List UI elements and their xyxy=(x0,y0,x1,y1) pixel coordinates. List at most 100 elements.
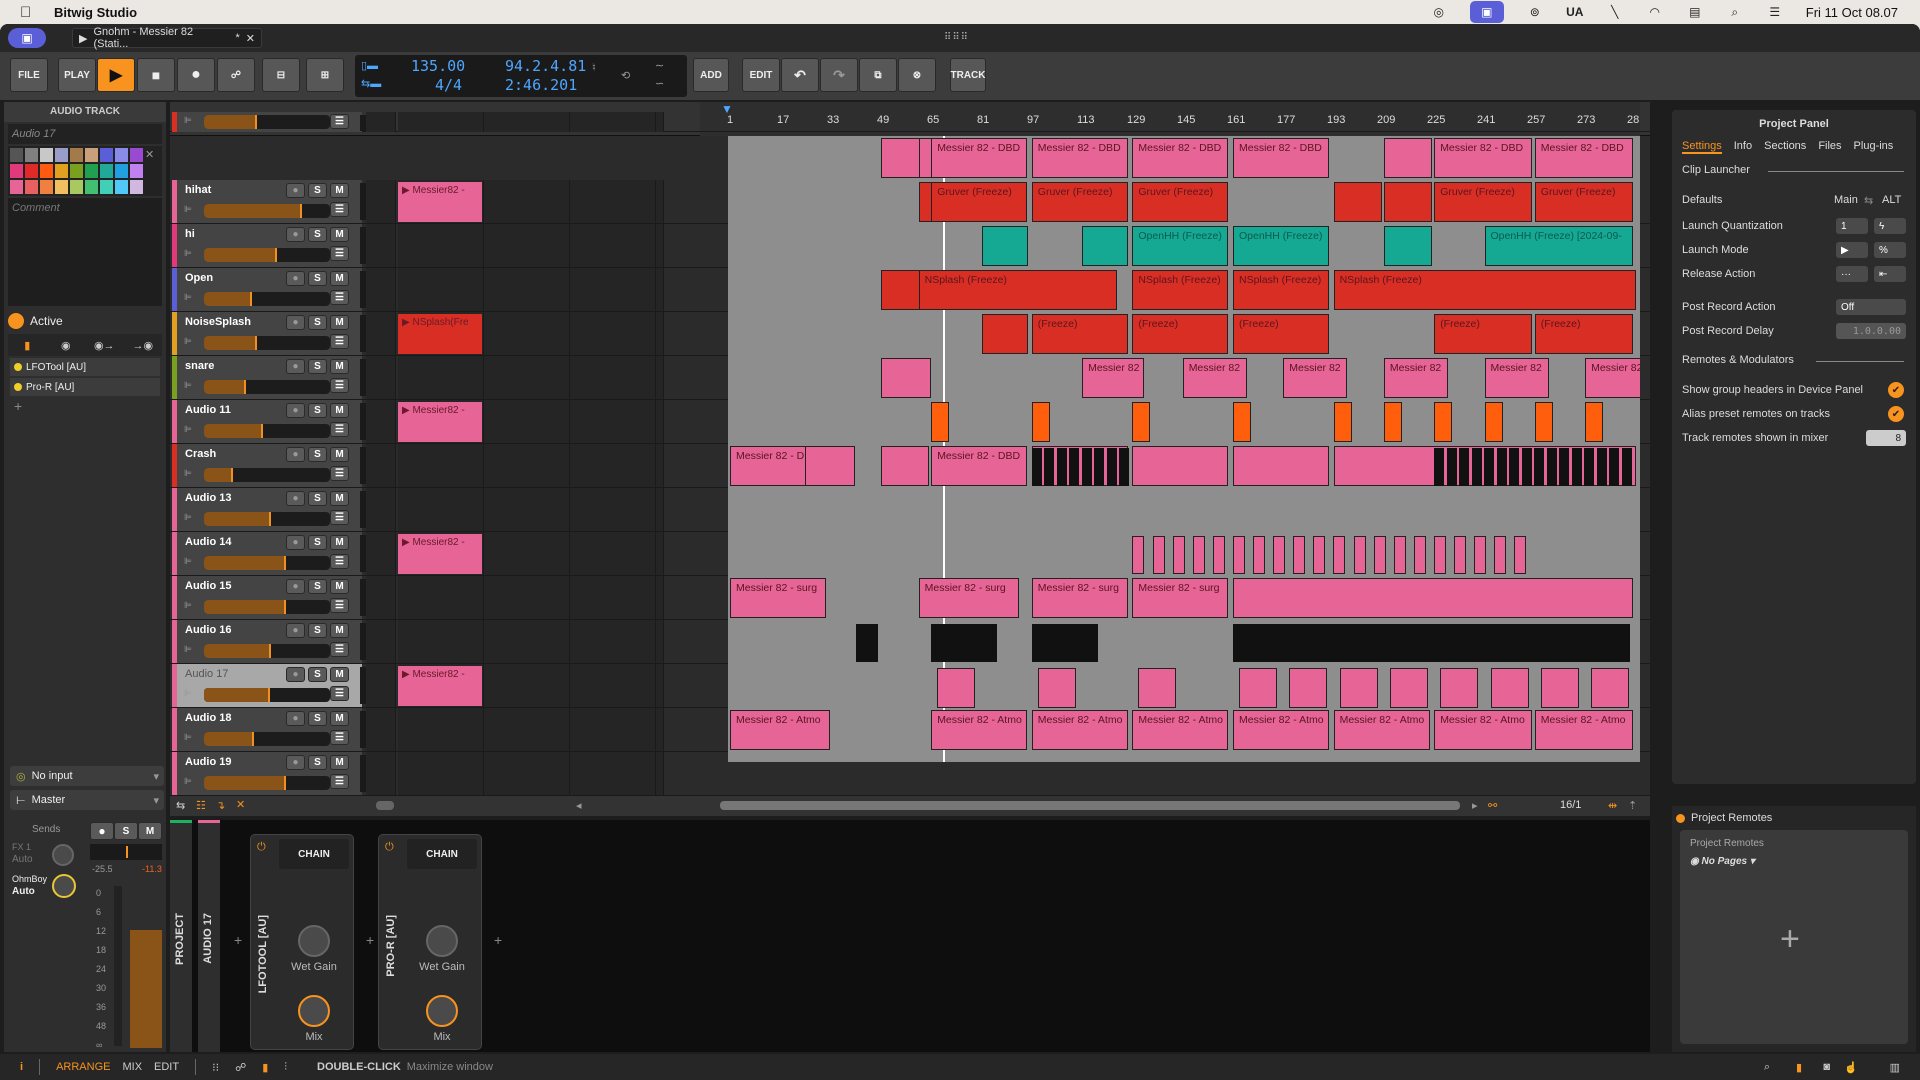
track-menu-button[interactable]: ☰ xyxy=(330,730,349,745)
launcher-slot[interactable] xyxy=(366,268,396,311)
release-action-main[interactable]: ··· xyxy=(1836,266,1868,282)
arranger-clip[interactable] xyxy=(937,668,976,708)
time-signature[interactable]: 4/4 xyxy=(435,76,462,94)
height-icon[interactable]: ⇡ xyxy=(1628,799,1637,812)
mute-button[interactable]: M xyxy=(330,315,349,330)
launcher-clip[interactable]: ▶ Messier82 - xyxy=(398,182,482,222)
info-icon[interactable]: i xyxy=(20,1061,23,1073)
color-swatch[interactable] xyxy=(25,164,38,178)
arranger-clip[interactable] xyxy=(1132,536,1145,574)
launcher-slot[interactable] xyxy=(656,224,664,267)
track-header[interactable]: Audio 15 ● S M ⊫ ☰ xyxy=(172,576,370,619)
launcher-slot[interactable] xyxy=(570,224,656,267)
chain-button[interactable]: CHAIN xyxy=(407,839,477,869)
add-device-icon[interactable]: + xyxy=(14,398,156,414)
arranger-clip[interactable] xyxy=(1534,448,1545,486)
launcher-slot[interactable] xyxy=(570,620,656,663)
color-swatch[interactable] xyxy=(100,164,113,178)
creative-cloud-icon[interactable]: ◎ xyxy=(1430,4,1448,20)
mute-button[interactable]: M xyxy=(330,271,349,286)
arranger-clip[interactable]: Messier 82 - Atmo xyxy=(730,710,830,750)
track-header[interactable]: Audio 19 ● S M ⊫ ☰ xyxy=(172,752,370,795)
file-button[interactable]: FILE xyxy=(10,58,48,92)
arranger-clip[interactable]: Gruver (Freeze) xyxy=(1132,182,1229,222)
launcher-slot[interactable] xyxy=(484,752,570,795)
launcher-slot[interactable] xyxy=(366,356,396,399)
arranger-clip[interactable] xyxy=(1484,402,1503,442)
track-menu-button[interactable]: ☰ xyxy=(330,642,349,657)
mute-button[interactable]: M xyxy=(330,535,349,550)
volume-slider[interactable] xyxy=(204,380,330,394)
track-header[interactable]: Audio 14 ● S M ⊫ ☰ xyxy=(172,532,370,575)
launcher-slot[interactable] xyxy=(656,532,664,575)
launcher-clip[interactable]: ▶ Messier82 - xyxy=(398,666,482,706)
arranger-clip[interactable] xyxy=(1585,402,1604,442)
track-menu-button[interactable]: ☰ xyxy=(330,510,349,525)
record-arm-button[interactable]: ● xyxy=(286,183,305,198)
close-tab-icon[interactable]: ✕ xyxy=(246,32,255,45)
arranger-clip[interactable]: Messier 82 xyxy=(1383,358,1448,398)
solo-button[interactable]: S xyxy=(308,667,327,682)
input-selector[interactable]: ◎ No input ▾ xyxy=(10,766,164,786)
solo-button[interactable]: S xyxy=(308,579,327,594)
arrange-view-button[interactable]: ARRANGE xyxy=(56,1061,110,1073)
swap-icon[interactable]: ⇆ xyxy=(176,799,185,812)
arranger-clip[interactable] xyxy=(1233,446,1329,486)
record-arm-button[interactable]: ● xyxy=(286,667,305,682)
clear-color-icon[interactable]: ✕ xyxy=(145,148,159,162)
arranger-clip[interactable] xyxy=(931,402,950,442)
arranger-clip[interactable] xyxy=(1353,536,1366,574)
comment-field[interactable]: Comment xyxy=(8,198,162,306)
track-menu-button[interactable]: ☰ xyxy=(330,686,349,701)
volume-slider[interactable] xyxy=(204,600,330,614)
launcher-slot[interactable] xyxy=(366,532,396,575)
position-time[interactable]: 2:46.201 xyxy=(505,76,577,94)
solo-button[interactable]: S xyxy=(308,227,327,242)
record-button[interactable]: ● xyxy=(177,58,215,92)
browser-search-icon[interactable]: ⌕ xyxy=(1764,1061,1770,1074)
track-menu-button[interactable]: ☰ xyxy=(330,246,349,261)
launcher-slot[interactable] xyxy=(398,224,484,267)
color-swatch[interactable] xyxy=(85,148,98,162)
color-swatch[interactable] xyxy=(10,148,23,162)
record-arm-button[interactable]: ● xyxy=(286,711,305,726)
launcher-slot[interactable] xyxy=(656,752,664,795)
scroll-right-icon[interactable]: ▸ xyxy=(1472,799,1478,812)
track-name-field[interactable]: Audio 17 xyxy=(8,124,162,144)
send-tab[interactable]: ◉→ xyxy=(85,334,124,356)
mix-knob[interactable]: Mix xyxy=(407,995,477,1043)
send-fx1-knob[interactable] xyxy=(52,844,74,866)
device-power-icon[interactable]: ⏻ xyxy=(385,841,394,854)
wifi-icon[interactable]: ◠ xyxy=(1646,4,1664,20)
launcher-clip[interactable]: ▶ NSplash(Fre xyxy=(398,314,482,354)
mute-button[interactable]: M xyxy=(330,667,349,682)
dashboard-button[interactable]: ▣ xyxy=(8,28,46,48)
alias-preset-remotes-checkbox[interactable]: ✔ xyxy=(1888,406,1904,422)
launcher-slot[interactable] xyxy=(570,752,656,795)
launcher-slot[interactable] xyxy=(398,620,484,663)
launcher-slot[interactable] xyxy=(366,664,396,707)
launcher-slot[interactable] xyxy=(366,620,396,663)
modulation-icon[interactable]: ☍ xyxy=(235,1061,246,1074)
launcher-slot[interactable] xyxy=(656,356,664,399)
launcher-slot[interactable] xyxy=(656,620,664,663)
track-header[interactable]: NoiseSplash ● S M ⊫ ☰ xyxy=(172,312,370,355)
arranger-clip[interactable]: Messier 82 - Atmo xyxy=(1132,710,1229,750)
arranger-clip[interactable] xyxy=(1233,402,1251,442)
solo-button[interactable]: S xyxy=(308,315,327,330)
snap-icon[interactable]: ⚯ xyxy=(1488,799,1497,812)
launcher-slot[interactable] xyxy=(366,312,396,355)
arranger-clip[interactable] xyxy=(1484,448,1495,486)
launcher-slot[interactable] xyxy=(484,112,570,132)
launcher-slot[interactable] xyxy=(656,180,664,223)
arranger-clip[interactable]: Messier 82 xyxy=(1484,358,1549,398)
launcher-slot[interactable] xyxy=(366,752,396,795)
launcher-slot[interactable] xyxy=(484,664,570,707)
volume-slider[interactable] xyxy=(204,292,330,306)
stop-button[interactable]: ■ xyxy=(137,58,175,92)
launcher-slot[interactable] xyxy=(656,576,664,619)
launcher-slot[interactable] xyxy=(484,180,570,223)
arranger-clip[interactable] xyxy=(1273,536,1286,574)
color-swatch[interactable] xyxy=(70,180,83,194)
launch-quantization-main[interactable]: 1 xyxy=(1836,218,1868,234)
